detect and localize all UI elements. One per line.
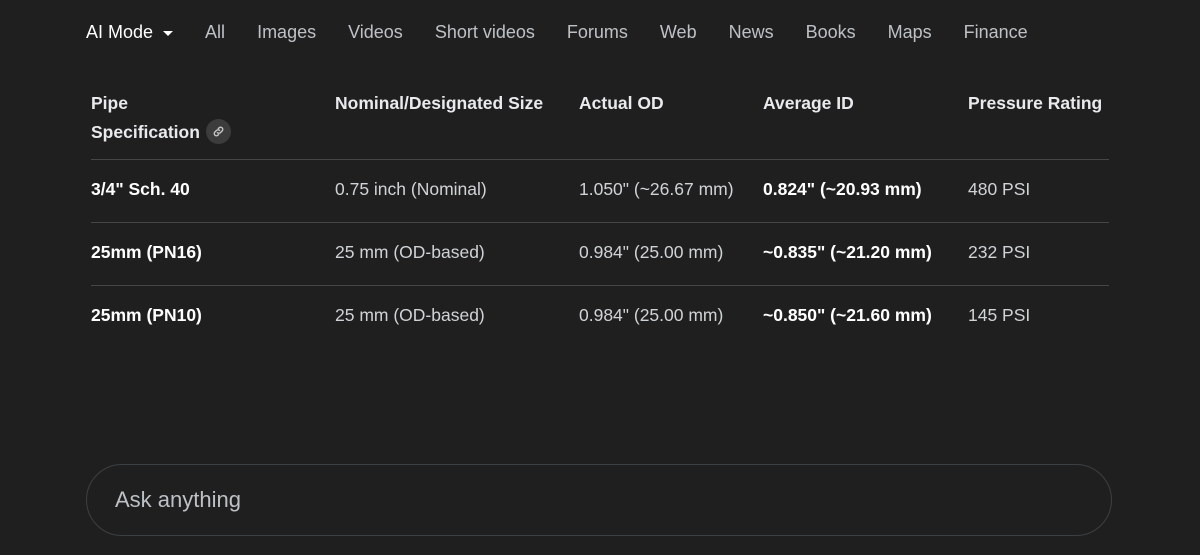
cell-size: 25 mm (OD-based) [335,222,579,286]
cell-spec: 3/4" Sch. 40 [91,159,335,223]
tab-videos[interactable]: Videos [348,22,403,43]
cell-spec: 25mm (PN16) [91,222,335,286]
tab-forums[interactable]: Forums [567,22,628,43]
tab-images[interactable]: Images [257,22,316,43]
tab-finance[interactable]: Finance [964,22,1028,43]
pipe-comparison-table: Pipe Specification Nominal/Designated Si… [91,88,1109,348]
cell-pressure: 145 PSI [968,305,1031,325]
cell-id: ~0.850" (~21.60 mm) [763,305,932,325]
table-row: 25mm (PN16) 25 mm (OD-based) 0.984" (25.… [91,222,1109,286]
cell-pressure: 232 PSI [968,222,1109,286]
header-pressure-rating: Pressure Rating [968,88,1109,160]
header-text: Specification [91,122,200,142]
tab-label: AI Mode [86,21,154,42]
tab-all[interactable]: All [205,22,225,43]
tab-news[interactable]: News [729,22,774,43]
cell-id: 0.824" (~20.93 mm) [763,159,968,223]
cell-od: 0.984" (25.00 mm) [579,305,724,325]
tab-books[interactable]: Books [806,22,856,43]
tab-ai-mode[interactable]: AI Mode [86,21,174,43]
header-average-id: Average ID [763,88,968,160]
header-actual-od: Actual OD [579,88,763,160]
header-nominal-size: Nominal/Designated Size [335,88,579,160]
ask-bar[interactable] [86,464,1112,536]
link-button[interactable] [205,118,231,144]
cell-od: 0.984" (25.00 mm) [579,222,763,286]
table-row: 3/4" Sch. 40 0.75 inch (Nominal) 1.050" … [91,159,1109,223]
tab-maps[interactable]: Maps [888,22,932,43]
ask-input[interactable] [113,486,1017,514]
caret-down-icon [163,30,174,36]
tab-web[interactable]: Web [660,22,697,43]
cell-size: 25 mm (OD-based) [335,305,485,325]
cell-id: ~0.835" (~21.20 mm) [763,222,968,286]
header-text: Pipe [91,93,128,113]
cell-od: 1.050" (~26.67 mm) [579,159,763,223]
cell-size: 0.75 inch (Nominal) [335,159,579,223]
table-header-row: Pipe Specification Nominal/Designated Si… [91,88,1109,160]
tab-short-videos[interactable]: Short videos [435,22,535,43]
link-icon [213,126,224,137]
search-tabs: AI Mode All Images Videos Short videos F… [86,16,1060,48]
table-row: 25mm (PN10) 25 mm (OD-based) 0.984" (25.… [91,286,1109,349]
page: AI Mode All Images Videos Short videos F… [0,0,1200,555]
cell-spec: 25mm (PN10) [91,305,202,325]
cell-pressure: 480 PSI [968,159,1109,223]
header-pipe-specification: Pipe Specification [91,88,335,160]
